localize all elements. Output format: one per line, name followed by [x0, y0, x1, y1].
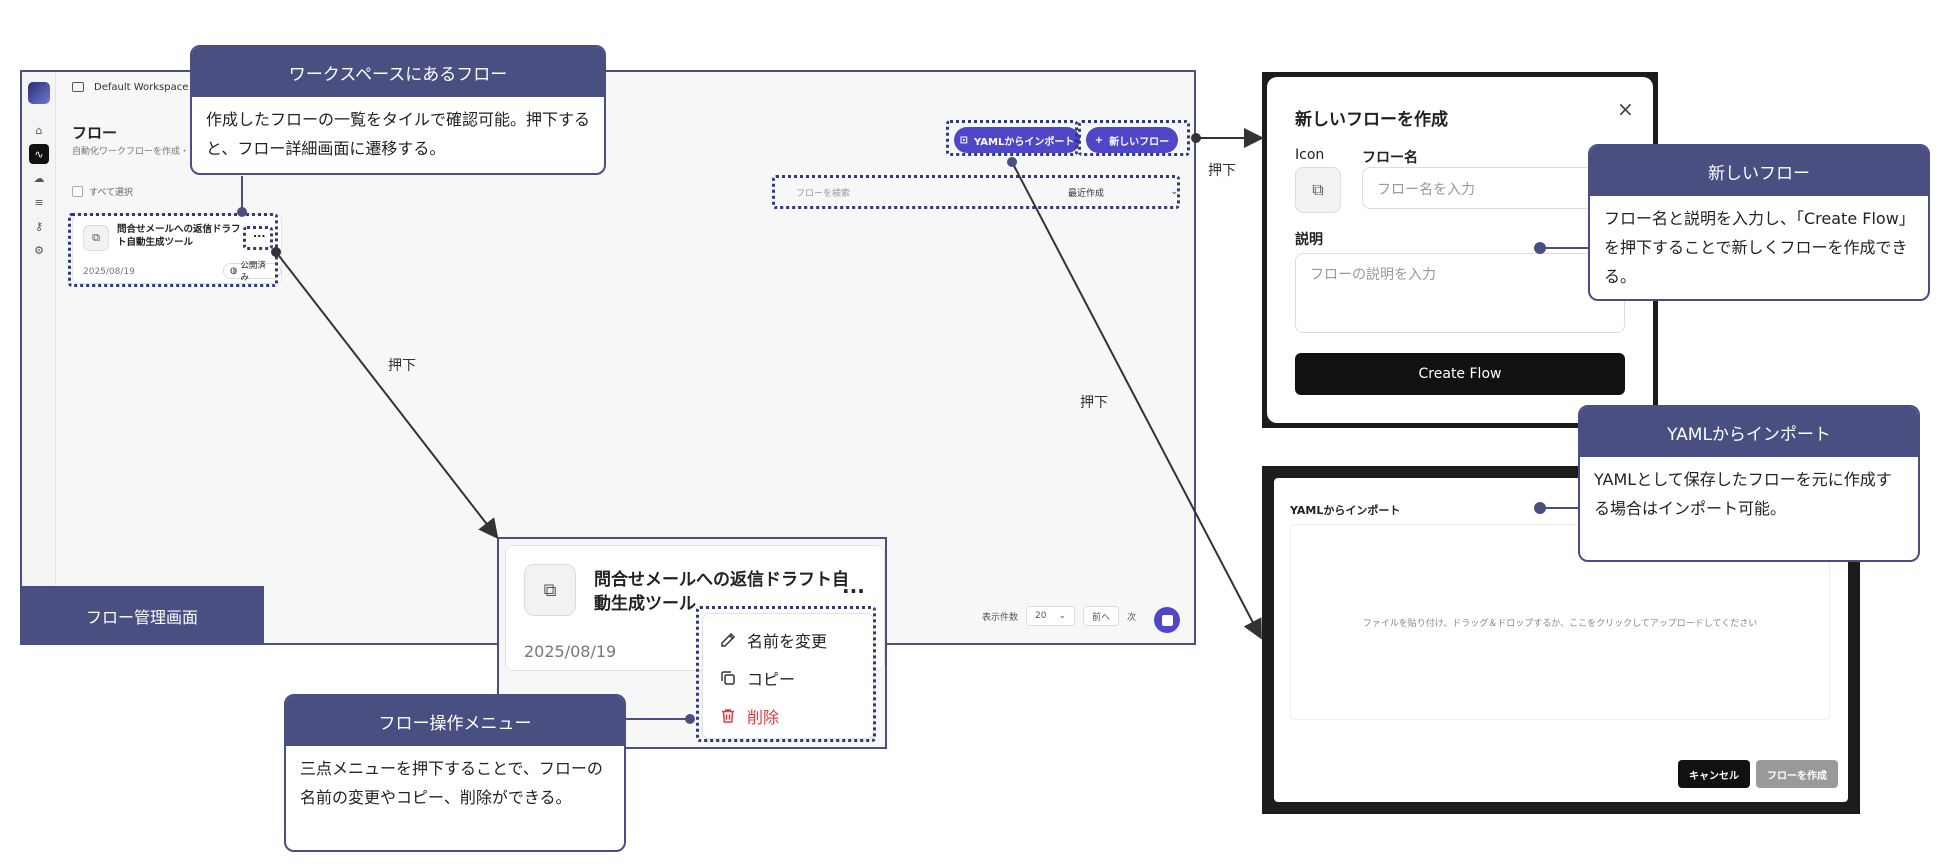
flow-name-input[interactable]: フロー名を入力 [1362, 167, 1602, 209]
page-title: フロー [72, 124, 118, 142]
create-flow-button[interactable]: フローを作成 [1756, 760, 1838, 788]
highlight-flow-card [68, 213, 278, 287]
modal-title: YAMLからインポート [1290, 504, 1401, 517]
home-icon[interactable]: ⌂ [29, 120, 49, 140]
settings-icon[interactable]: ⚙ [29, 240, 49, 260]
highlight-actions-menu [696, 606, 876, 742]
flows-icon[interactable]: ∿ [29, 144, 49, 164]
highlight-more-menu [243, 226, 273, 250]
callout-body: YAMLとして保存したフローを元に作成する場合はインポート可能。 [1594, 470, 1892, 518]
callout-title: YAMLからインポート [1580, 407, 1918, 457]
callout-body: 作成したフローの一覧をタイルで確認可能。押下すると、フロー詳細画面に遷移する。 [206, 110, 591, 158]
create-flow-button[interactable]: Create Flow [1295, 353, 1625, 395]
sidebar-toggle-icon[interactable] [72, 82, 84, 92]
per-page-value: 20 [1035, 611, 1047, 621]
modal-title: 新しいフローを作成 [1295, 110, 1448, 130]
select-all-label: すべて選択 [89, 188, 134, 198]
callout-title: 新しいフロー [1590, 146, 1928, 196]
highlight-yaml-button [946, 120, 1078, 156]
app-logo-icon[interactable] [28, 82, 50, 104]
callout-title: フロー操作メニュー [286, 696, 624, 746]
select-all-checkbox[interactable] [72, 186, 83, 197]
chat-icon [1161, 614, 1173, 626]
screen-label: フロー管理画面 [20, 586, 264, 645]
database-icon[interactable]: ≡ [29, 192, 49, 212]
callout-body: フロー名と説明を入力し、「Create Flow」を押下することで新しくフローを… [1604, 209, 1908, 286]
flow-icon-picker[interactable]: ⧉ [1295, 167, 1341, 213]
prev-page-button[interactable]: 前へ [1083, 606, 1120, 626]
callout-yaml-import: YAMLからインポート YAMLとして保存したフローを元に作成する場合はインポー… [1578, 405, 1920, 562]
arrow-label-press: 押下 [388, 358, 416, 374]
flow-icon: ⧉ [524, 564, 576, 616]
highlight-search-sort [772, 175, 1180, 209]
more-menu-icon[interactable]: ... [842, 574, 865, 598]
pagination: 表示件数 20 ⌄ 前へ 次 [982, 606, 1136, 626]
callout-workspace-flows: ワークスペースにあるフロー 作成したフローの一覧をタイルで確認可能。押下すると、… [190, 45, 606, 175]
icon-rail: ⌂ ∿ ☁ ≡ ⚷ ⚙ [22, 72, 56, 643]
per-page-label: 表示件数 [982, 612, 1019, 623]
key-icon[interactable]: ⚷ [29, 216, 49, 236]
highlight-new-button [1078, 120, 1190, 156]
per-page-select[interactable]: 20 ⌄ [1026, 606, 1076, 626]
arrow-label-press: 押下 [1080, 395, 1108, 411]
callout-new-flow: 新しいフロー フロー名と説明を入力し、「Create Flow」を押下することで… [1588, 144, 1930, 301]
description-input[interactable]: フローの説明を入力 [1295, 253, 1625, 333]
page-subtitle: 自動化ワークフローを作成・ [72, 147, 190, 157]
flow-name-label: フロー名 [1362, 150, 1418, 166]
chevron-down-icon: ⌄ [1058, 611, 1067, 621]
icon-label: Icon [1295, 147, 1325, 163]
cancel-button[interactable]: キャンセル [1678, 760, 1750, 788]
close-icon[interactable]: × [1617, 97, 1634, 121]
callout-title: ワークスペースにあるフロー [192, 47, 604, 97]
arrow-label-press: 押下 [1208, 163, 1236, 179]
flow-card-date: 2025/08/19 [524, 642, 617, 661]
callout-flow-menu: フロー操作メニュー 三点メニューを押下することで、フローの名前の変更やコピー、削… [284, 694, 626, 852]
cloud-icon[interactable]: ☁ [29, 168, 49, 188]
next-page-button[interactable]: 次 [1127, 610, 1136, 623]
chat-button[interactable] [1154, 607, 1180, 633]
workspace-name[interactable]: Default Workspace [94, 82, 188, 93]
callout-body: 三点メニューを押下することで、フローの名前の変更やコピー、削除ができる。 [300, 759, 603, 807]
description-label: 説明 [1295, 232, 1323, 248]
select-all[interactable]: すべて選択 [72, 185, 133, 198]
